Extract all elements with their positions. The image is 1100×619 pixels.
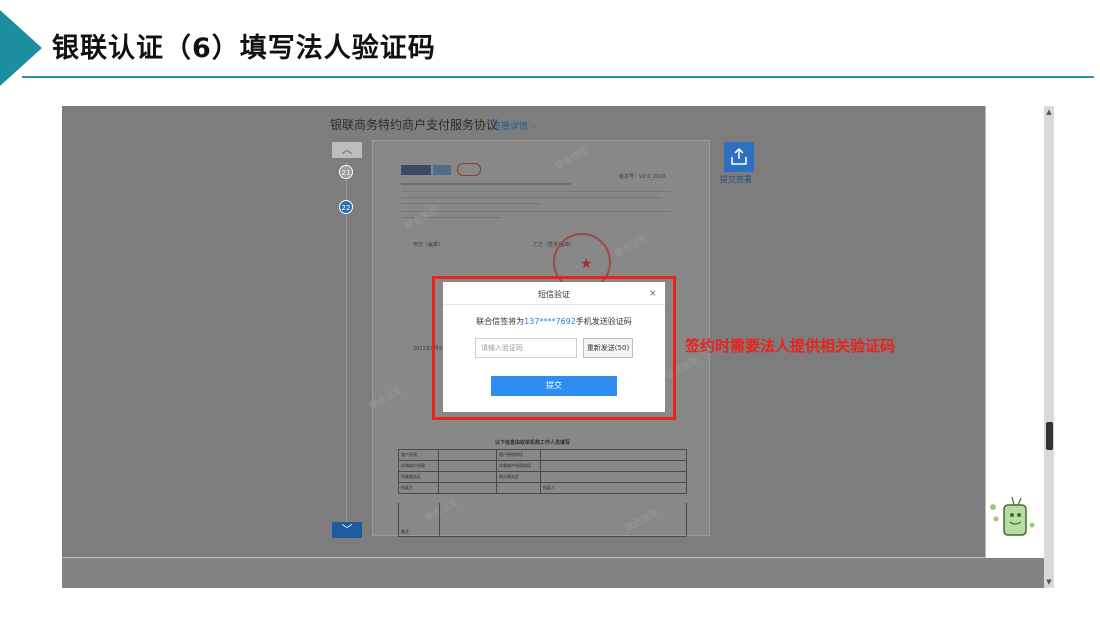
phone-number: 137****7692	[524, 317, 576, 326]
seal-star-icon: ★	[580, 256, 593, 272]
text-line	[401, 183, 571, 185]
dialog-divider	[443, 304, 665, 305]
table-cell	[540, 460, 687, 472]
bottom-strip	[62, 558, 1054, 588]
scroll-up-icon[interactable]: ▲	[1045, 108, 1053, 116]
annotation-text: 签约时需要法人提供相关验证码	[685, 337, 896, 355]
chevron-down-icon: ⌵	[530, 122, 538, 132]
slide-header: 银联认证（6）填写法人验证码	[0, 0, 1100, 90]
text-line	[401, 197, 661, 198]
table-cell: 客户经理	[398, 449, 439, 461]
vertical-scrollbar[interactable]	[1044, 106, 1054, 588]
submit-sign-label[interactable]: 提交签署	[720, 174, 752, 185]
table-cell	[540, 471, 687, 483]
watermark: 联合信签	[553, 145, 590, 173]
dialog-title: 短信验证	[538, 290, 570, 299]
text-line	[401, 191, 671, 192]
page-nav-track	[346, 162, 347, 522]
info-table-title: 以下信息由收单机构工作人员填写	[495, 440, 571, 446]
resend-button[interactable]: 重新发送(50)	[583, 338, 633, 358]
table-cell: 终端维护经理电话	[496, 460, 541, 472]
unionpay-logo-icon	[401, 165, 431, 175]
message-prefix: 联合信签将为	[476, 317, 525, 326]
partner-logo-icon	[457, 163, 481, 176]
sign-detail-label: 签署详情	[492, 122, 529, 132]
remark-box: 备注	[398, 503, 687, 537]
party-a-label: 甲方（盖章）	[413, 242, 444, 248]
table-cell: 拓展方	[398, 482, 439, 494]
page-up-button[interactable]: ︿	[332, 142, 362, 158]
sms-verify-dialog: 短信验证 × 联合信签将为137****7692手机发送验证码 请输入验证码 重…	[443, 282, 665, 412]
table-row: 所属服务区 细分服务区	[398, 471, 687, 483]
remark-divider	[439, 503, 440, 537]
table-cell	[438, 460, 497, 472]
table-cell	[540, 449, 687, 461]
close-icon[interactable]: ×	[649, 289, 657, 299]
header-divider	[22, 76, 1094, 78]
watermark: 联合信签	[613, 233, 650, 261]
corner-triangle-icon	[0, 10, 42, 86]
dialog-message: 联合信签将为137****7692手机发送验证码	[443, 316, 665, 327]
table-cell: 细分服务区	[496, 471, 541, 483]
table-cell: 客户经理电话	[496, 449, 541, 461]
submit-sign-button[interactable]	[724, 142, 754, 172]
page-down-button[interactable]: ﹀	[332, 522, 362, 538]
upload-icon	[731, 148, 747, 165]
table-row: 拓展方 拓展人	[398, 482, 687, 494]
page-dot-22[interactable]: 22	[339, 200, 353, 214]
table-row: 终端维护经理 终端维护经理电话	[398, 460, 687, 472]
sign-detail-link[interactable]: 签署详情 ⌵	[492, 119, 538, 132]
table-cell	[496, 482, 541, 494]
info-table: 客户经理 客户经理电话 终端维护经理 终端维护经理电话 所属服务区 细分服务区 …	[398, 449, 687, 494]
text-line	[401, 203, 541, 204]
table-row: 客户经理 客户经理电话	[398, 449, 687, 461]
table-cell	[438, 482, 497, 494]
table-cell: 终端维护经理	[398, 460, 439, 472]
remark-label: 备注	[401, 529, 409, 534]
screenshot-frame: ▲ ▼ 银联商务特约商户支付服务协议 签署详情 ⌵ ︿ 21 22 ﹀ 版本号：…	[62, 106, 1054, 588]
chevron-up-icon: ︿	[341, 143, 353, 156]
document-version: 版本号：V2.0_2020	[619, 174, 666, 180]
table-cell	[438, 471, 497, 483]
page-right-margin	[986, 106, 1044, 558]
message-suffix: 手机发送验证码	[575, 317, 632, 326]
table-cell: 拓展人	[540, 482, 687, 494]
document-title: 银联商务特约商户支付服务协议	[330, 118, 499, 132]
watermark: 联合信签	[367, 385, 404, 413]
table-cell: 所属服务区	[398, 471, 439, 483]
verify-code-input[interactable]: 请输入验证码	[475, 338, 577, 358]
slide-title: 银联认证（6）填写法人验证码	[52, 33, 436, 64]
submit-button[interactable]: 提交	[491, 376, 617, 396]
text-line	[401, 211, 671, 212]
page-dot-21[interactable]: 21	[339, 165, 353, 179]
chevron-down-icon: ﹀	[341, 523, 353, 536]
scroll-down-icon[interactable]: ▼	[1045, 578, 1053, 586]
table-cell	[438, 449, 497, 461]
scrollbar-thumb[interactable]	[1046, 422, 1053, 450]
mascot-icon	[990, 496, 1035, 536]
brand-logo-icon	[433, 165, 451, 175]
